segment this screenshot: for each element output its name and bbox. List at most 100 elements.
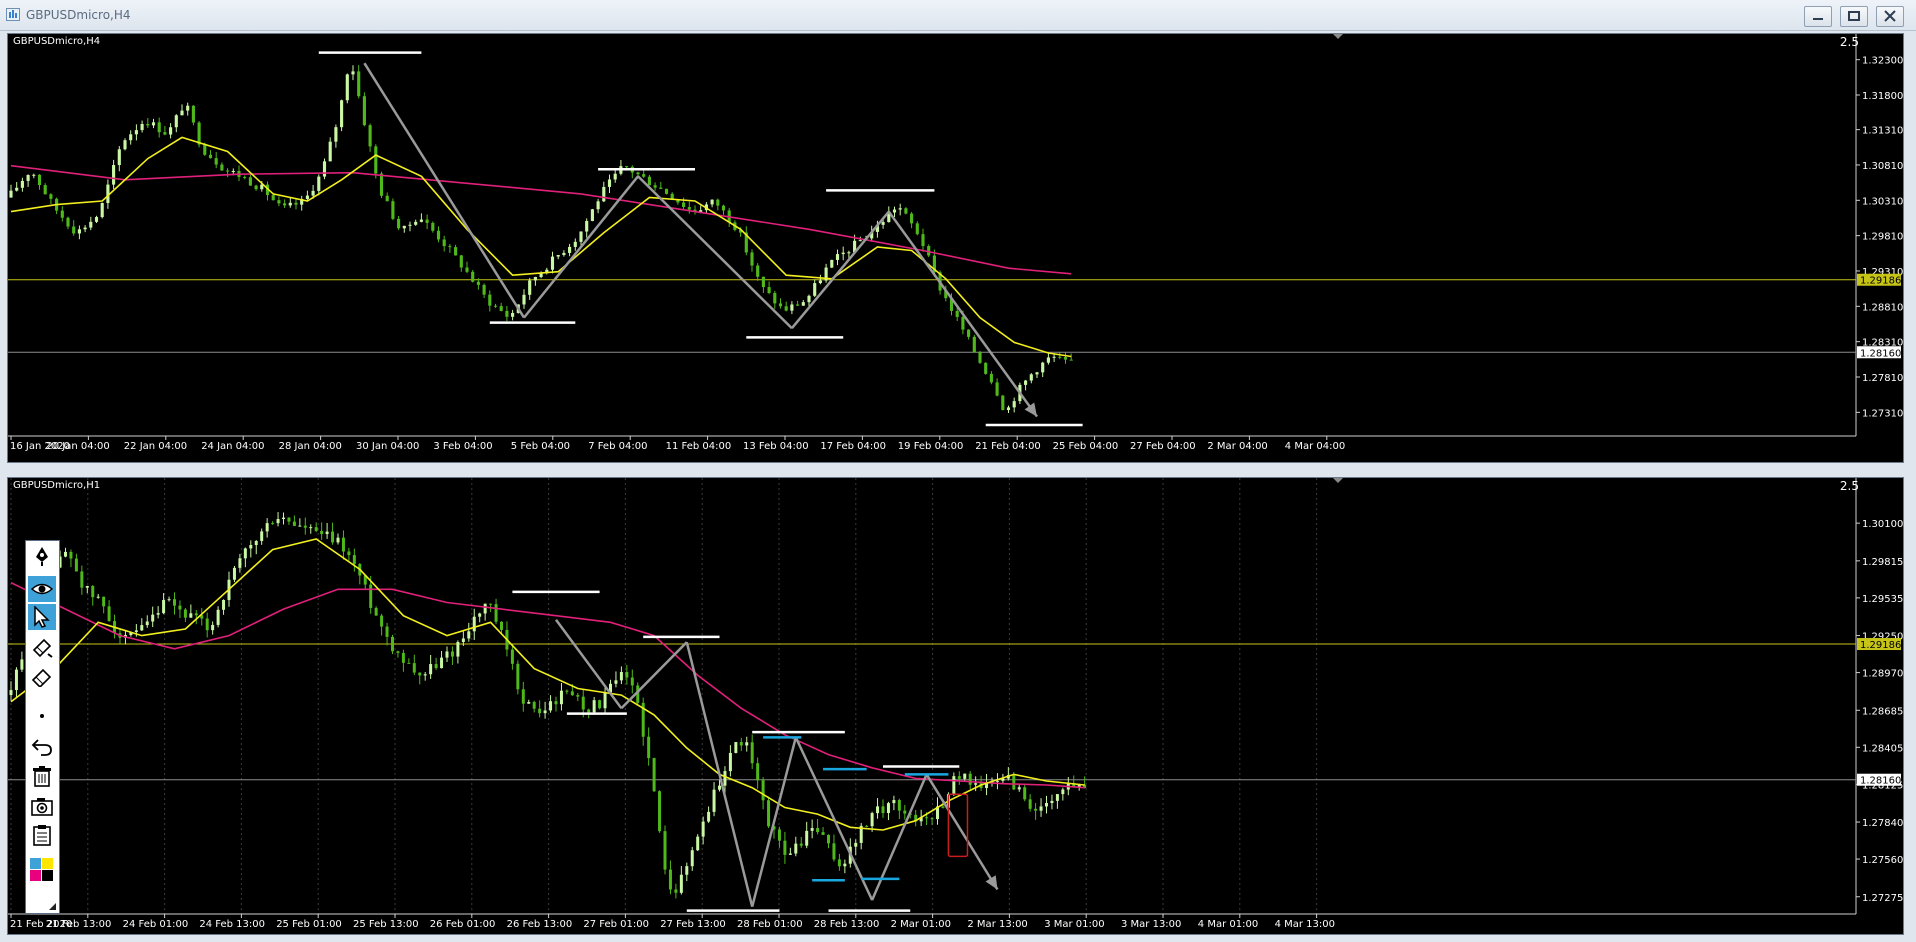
date-tick-label: 19 Feb 04:00 — [898, 441, 964, 452]
candle-body — [499, 306, 503, 311]
candle-body — [402, 225, 406, 229]
candle-body — [625, 671, 629, 678]
chart-shift-marker[interactable] — [1333, 34, 1343, 39]
eraser-tool-button[interactable] — [28, 663, 56, 689]
candle-body — [483, 603, 487, 614]
color-swatch[interactable] — [42, 870, 53, 881]
candle-body — [921, 234, 925, 247]
candle-body — [74, 558, 78, 572]
restore-icon — [1848, 11, 1860, 21]
swing-trend-line[interactable] — [554, 618, 623, 710]
toolbar-resize-handle[interactable] — [49, 903, 56, 910]
color-swatch[interactable] — [30, 858, 41, 869]
candle-body — [761, 276, 765, 288]
candle-body — [341, 537, 345, 552]
trash-icon — [33, 766, 51, 787]
minimize-button[interactable] — [1804, 6, 1832, 27]
chart-pane-h4[interactable]: 1.32300 1.31800 1.31310 1.30810 1.30310 1.298… — [7, 33, 1904, 463]
swing-trend-line[interactable] — [620, 641, 688, 710]
candle-body — [282, 517, 285, 520]
chart-canvas-h4[interactable]: 1.32300 1.31800 1.31310 1.30810 1.30310 1.298… — [8, 34, 1903, 462]
candle-body — [565, 690, 569, 692]
candle-body — [652, 758, 656, 792]
candle-body — [955, 310, 959, 317]
trash-button[interactable] — [28, 763, 56, 789]
swing-trend-line[interactable] — [794, 736, 874, 901]
candle-body — [231, 170, 235, 172]
candle-body — [728, 752, 732, 772]
candle-body — [659, 187, 663, 189]
candle-body — [500, 621, 503, 630]
color-swatch[interactable] — [30, 870, 41, 881]
close-icon — [1884, 10, 1896, 22]
screenshot-button[interactable] — [28, 793, 56, 819]
candle-body — [636, 172, 640, 175]
date-tick-label: 5 Feb 04:00 — [511, 441, 570, 452]
candle-body — [472, 616, 476, 632]
chart-canvas-h1[interactable]: 1.301001.298151.295351.292501.289701.286… — [8, 478, 1903, 934]
candle-body — [625, 166, 629, 168]
eye-tool-button[interactable] — [28, 576, 56, 602]
candle-body — [1017, 787, 1021, 790]
candle-body — [995, 780, 999, 782]
close-button[interactable] — [1876, 6, 1904, 27]
swing-trend-line[interactable] — [887, 210, 1039, 418]
candle-body — [129, 134, 133, 141]
date-tick-label: 25 Feb 04:00 — [1053, 441, 1119, 452]
candle-body — [783, 840, 787, 855]
candle-body — [596, 201, 600, 210]
swing-trend-line[interactable] — [870, 773, 928, 901]
candle-body — [191, 105, 195, 123]
candle-body — [710, 199, 714, 205]
price-tick-label: 1.28970 — [1862, 669, 1903, 680]
candle-body — [14, 669, 18, 691]
candle-body — [379, 173, 384, 196]
candle-body — [538, 708, 542, 714]
candle-body — [972, 336, 976, 353]
candle-body — [107, 606, 111, 622]
candle-body — [533, 277, 537, 281]
candle-body — [832, 843, 836, 860]
candle-body — [414, 221, 418, 225]
candle-body — [549, 701, 553, 711]
pen-icon — [36, 547, 48, 566]
swing-trend-line[interactable] — [523, 175, 639, 319]
color-swatch[interactable] — [42, 858, 53, 869]
candle-body — [1006, 407, 1011, 411]
swing-trend-line[interactable] — [637, 175, 793, 330]
candle-body — [592, 700, 596, 713]
candle-body — [607, 179, 612, 187]
candle-body — [1045, 803, 1048, 807]
chart-shift-marker[interactable] — [1333, 478, 1343, 483]
candle-body — [351, 71, 355, 75]
dot-icon[interactable] — [40, 714, 44, 718]
price-tick-label: 1.27310 — [1862, 408, 1903, 419]
candle-body — [216, 609, 220, 625]
chart-pane-h1[interactable]: 1.30100 1.29815 1.29535 1.29250 1.28970 1.286… — [7, 477, 1904, 935]
candle-body — [813, 283, 817, 296]
candle-body — [9, 690, 13, 696]
candle-body — [585, 220, 589, 232]
undo-button[interactable] — [28, 733, 56, 759]
cursor-tool-button[interactable] — [28, 604, 56, 630]
candle-body — [904, 208, 908, 214]
candle-body — [151, 614, 155, 622]
candle-body — [1069, 359, 1073, 361]
candle-body — [163, 132, 167, 135]
candle-body — [322, 161, 327, 177]
candle-body — [968, 773, 972, 785]
restore-button[interactable] — [1840, 6, 1868, 27]
candle-body — [1012, 401, 1016, 408]
pencil-tool-button[interactable] — [28, 634, 56, 660]
candle-body — [397, 218, 401, 229]
candle-body — [505, 310, 509, 317]
candle-body — [897, 800, 901, 811]
swing-trend-line[interactable] — [685, 641, 754, 907]
swing-trend-line[interactable] — [750, 737, 798, 907]
candle-body — [20, 659, 24, 670]
pane-symbol-label: GBPUSDmicro,H4 — [13, 36, 101, 47]
pen-tool-button[interactable] — [28, 543, 56, 569]
price-tick-label: 1.29535 — [1862, 594, 1903, 605]
clipboard-button[interactable] — [28, 822, 56, 848]
date-tick-label: 3 Feb 04:00 — [433, 441, 492, 452]
